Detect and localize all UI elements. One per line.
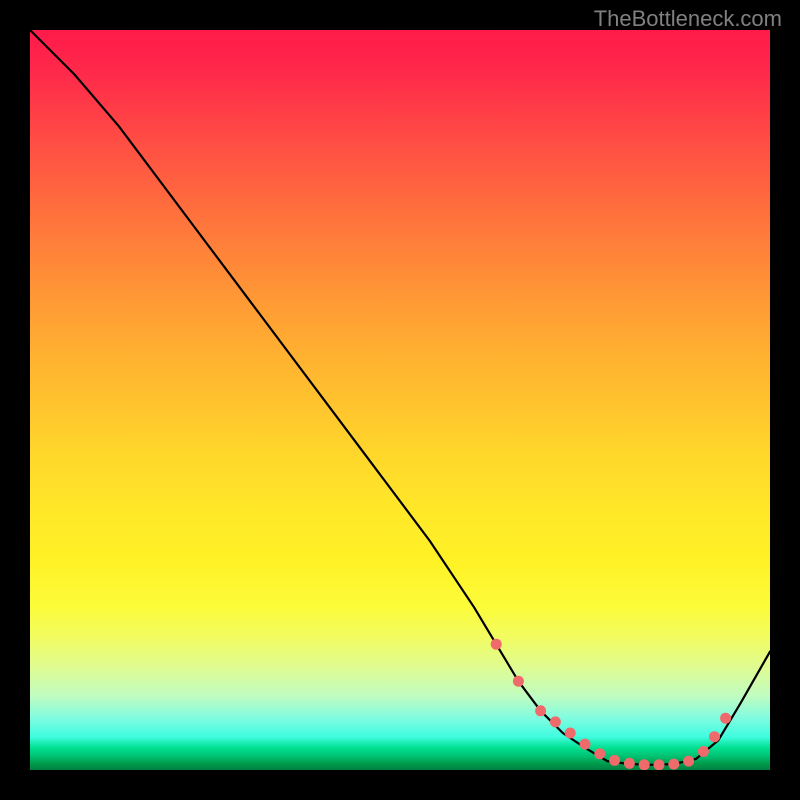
marker-dot xyxy=(624,758,635,769)
marker-group xyxy=(491,639,731,770)
curve-line xyxy=(30,30,770,765)
plot-area xyxy=(30,30,770,770)
watermark-text: TheBottleneck.com xyxy=(594,6,782,32)
marker-dot xyxy=(550,716,561,727)
marker-dot xyxy=(609,755,620,766)
marker-dot xyxy=(668,759,679,770)
marker-dot xyxy=(535,705,546,716)
marker-dot xyxy=(594,748,605,759)
marker-dot xyxy=(698,746,709,757)
marker-dot xyxy=(491,639,502,650)
chart-svg xyxy=(30,30,770,770)
marker-dot xyxy=(513,676,524,687)
marker-dot xyxy=(580,739,591,750)
marker-dot xyxy=(565,728,576,739)
marker-dot xyxy=(709,731,720,742)
marker-dot xyxy=(720,713,731,724)
marker-dot xyxy=(639,759,650,770)
marker-dot xyxy=(683,756,694,767)
marker-dot xyxy=(654,759,665,770)
